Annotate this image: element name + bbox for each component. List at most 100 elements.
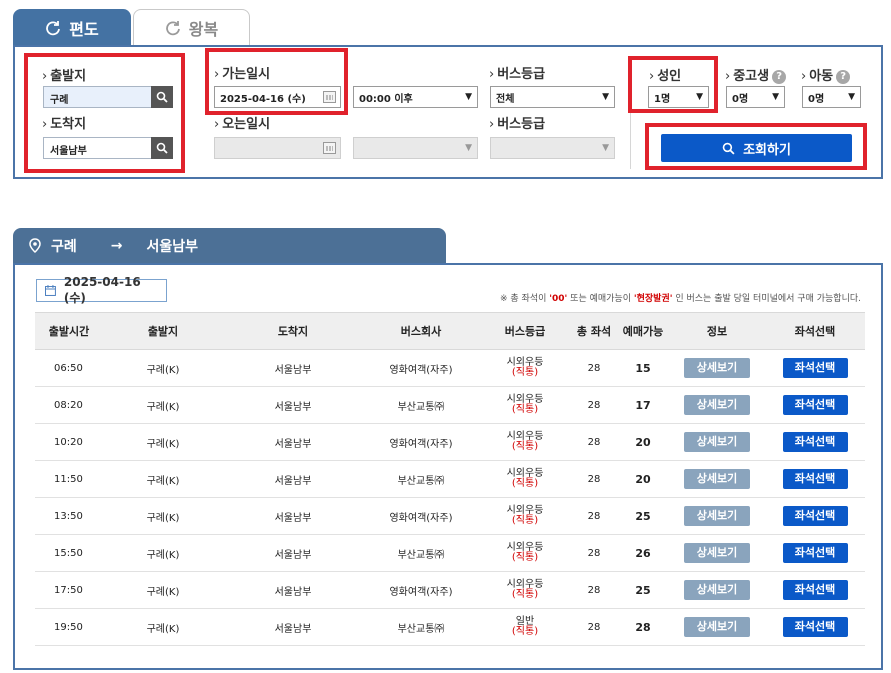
date-badge-label: 2025-04-16 (수) xyxy=(63,275,141,305)
arrival-label: › 도착지 xyxy=(42,117,87,132)
row-available-seats: 25 xyxy=(617,571,669,609)
select-seat-button[interactable]: 좌석선택 xyxy=(782,469,848,489)
row-company: 영화여객(자주) xyxy=(363,423,479,461)
tab-roundtrip-label: 왕복 xyxy=(188,20,219,39)
detail-button[interactable]: 상세보기 xyxy=(684,617,750,637)
departure-time: 19:50 xyxy=(35,608,103,646)
row-from: 구례(K) xyxy=(103,571,223,609)
col-header: 도착지 xyxy=(223,312,363,350)
youth-select[interactable]: 0명 ▼ xyxy=(726,86,785,108)
child-select[interactable]: 0명 ▼ xyxy=(802,86,861,108)
row-info-cell: 상세보기 xyxy=(669,349,765,387)
departure-search-button[interactable] xyxy=(151,86,173,108)
row-info-cell: 상세보기 xyxy=(669,571,765,609)
row-grade: 시외우등 (직통) xyxy=(479,349,571,387)
route-from: 구례 xyxy=(51,239,77,255)
detail-button[interactable]: 상세보기 xyxy=(684,432,750,452)
child-value: 0명 xyxy=(808,93,825,105)
divider xyxy=(630,59,631,169)
row-to: 서울남부 xyxy=(223,386,363,424)
chevron-down-icon: ▼ xyxy=(465,143,472,153)
youth-label: › 중고생? xyxy=(725,65,787,84)
route-header: 구례 → 서울남부 xyxy=(13,228,446,264)
go-date-field[interactable]: 2025-04-16 (수) xyxy=(214,86,341,108)
row-available-seats: 20 xyxy=(617,460,669,498)
row-info-cell: 상세보기 xyxy=(669,423,765,461)
row-from: 구례(K) xyxy=(103,497,223,535)
adult-select[interactable]: 1명 ▼ xyxy=(648,86,709,108)
row-seat-cell: 좌석선택 xyxy=(765,349,865,387)
departure-time: 08:20 xyxy=(35,386,103,424)
select-seat-button[interactable]: 좌석선택 xyxy=(782,395,848,415)
bus-grade-select[interactable]: 전체 ▼ xyxy=(490,86,615,108)
detail-button[interactable]: 상세보기 xyxy=(684,506,750,526)
go-time-select[interactable]: 00:00 이후 ▼ xyxy=(353,86,478,108)
calendar-icon[interactable] xyxy=(323,91,336,103)
help-icon[interactable]: ? xyxy=(772,70,787,84)
row-seat-cell: 좌석선택 xyxy=(765,460,865,498)
calendar-icon xyxy=(45,285,56,296)
row-available-seats: 17 xyxy=(617,386,669,424)
select-seat-button[interactable]: 좌석선택 xyxy=(782,617,848,637)
route-to: 서울남부 xyxy=(146,239,199,255)
go-time-value: 00:00 이후 xyxy=(359,93,413,105)
search-panel: › 출발지 구례 › 도착지 서울남부 › 가는일시 2025-04-16 (수) 0… xyxy=(13,45,883,179)
departure-input[interactable]: 구례 xyxy=(43,86,153,108)
notice-text: ※ 총 좌석이 '00' 또는 예매가능이 '현장발권' 인 버스는 출발 당일… xyxy=(500,294,861,304)
location-pin-icon xyxy=(29,238,41,257)
bus-grade-value: 전체 xyxy=(496,93,515,105)
row-seat-cell: 좌석선택 xyxy=(765,571,865,609)
refresh-icon xyxy=(165,20,181,36)
row-company: 부산교통㈜ xyxy=(363,608,479,646)
detail-button[interactable]: 상세보기 xyxy=(684,358,750,378)
return-bus-grade-select[interactable]: ▼ xyxy=(490,137,615,159)
row-grade: 일반 (직통) xyxy=(479,608,571,646)
detail-button[interactable]: 상세보기 xyxy=(684,580,750,600)
youth-value: 0명 xyxy=(732,93,749,105)
tab-oneway[interactable]: 편도 xyxy=(13,9,131,46)
child-label: › 아동? xyxy=(801,65,851,84)
tab-roundtrip[interactable]: 왕복 xyxy=(133,9,250,46)
row-company: 영화여객(자주) xyxy=(363,497,479,535)
select-seat-button[interactable]: 좌석선택 xyxy=(782,432,848,452)
row-company: 부산교통㈜ xyxy=(363,386,479,424)
detail-button[interactable]: 상세보기 xyxy=(684,543,750,563)
row-available-seats: 25 xyxy=(617,497,669,535)
row-total-seats: 28 xyxy=(571,608,617,646)
select-seat-button[interactable]: 좌석선택 xyxy=(782,543,848,563)
table-row: 10:20 구례(K) 서울남부 영화여객(자주) 시외우등 (직통) 28 20… xyxy=(35,423,865,461)
return-time-select[interactable]: ▼ xyxy=(353,137,478,159)
return-date-field[interactable] xyxy=(214,137,341,159)
row-to: 서울남부 xyxy=(223,460,363,498)
row-info-cell: 상세보기 xyxy=(669,534,765,572)
select-seat-button[interactable]: 좌석선택 xyxy=(782,506,848,526)
row-grade: 시외우등 (직통) xyxy=(479,534,571,572)
select-seat-button[interactable]: 좌석선택 xyxy=(782,580,848,600)
query-button[interactable]: 조회하기 xyxy=(661,134,852,162)
arrival-search-button[interactable] xyxy=(151,137,173,159)
detail-button[interactable]: 상세보기 xyxy=(684,469,750,489)
chevron-down-icon: ▼ xyxy=(772,92,779,102)
detail-button[interactable]: 상세보기 xyxy=(684,395,750,415)
search-icon xyxy=(156,91,168,103)
departure-label: › 출발지 xyxy=(42,69,87,84)
row-from: 구례(K) xyxy=(103,386,223,424)
row-available-seats: 26 xyxy=(617,534,669,572)
col-header: 예매가능 xyxy=(617,312,669,350)
row-from: 구례(K) xyxy=(103,534,223,572)
calendar-icon xyxy=(323,142,336,154)
select-seat-button[interactable]: 좌석선택 xyxy=(782,358,848,378)
row-info-cell: 상세보기 xyxy=(669,497,765,535)
help-icon[interactable]: ? xyxy=(836,70,851,84)
row-grade: 시외우등 (직통) xyxy=(479,497,571,535)
table-row: 11:50 구례(K) 서울남부 부산교통㈜ 시외우등 (직통) 28 20 상세… xyxy=(35,460,865,498)
arrival-input[interactable]: 서울남부 xyxy=(43,137,153,159)
row-to: 서울남부 xyxy=(223,534,363,572)
table-row: 15:50 구례(K) 서울남부 부산교통㈜ 시외우등 (직통) 28 26 상세… xyxy=(35,534,865,572)
row-to: 서울남부 xyxy=(223,608,363,646)
row-to: 서울남부 xyxy=(223,497,363,535)
col-header: 정보 xyxy=(669,312,765,350)
row-grade: 시외우등 (직통) xyxy=(479,460,571,498)
refresh-icon xyxy=(45,20,61,36)
row-available-seats: 15 xyxy=(617,349,669,387)
